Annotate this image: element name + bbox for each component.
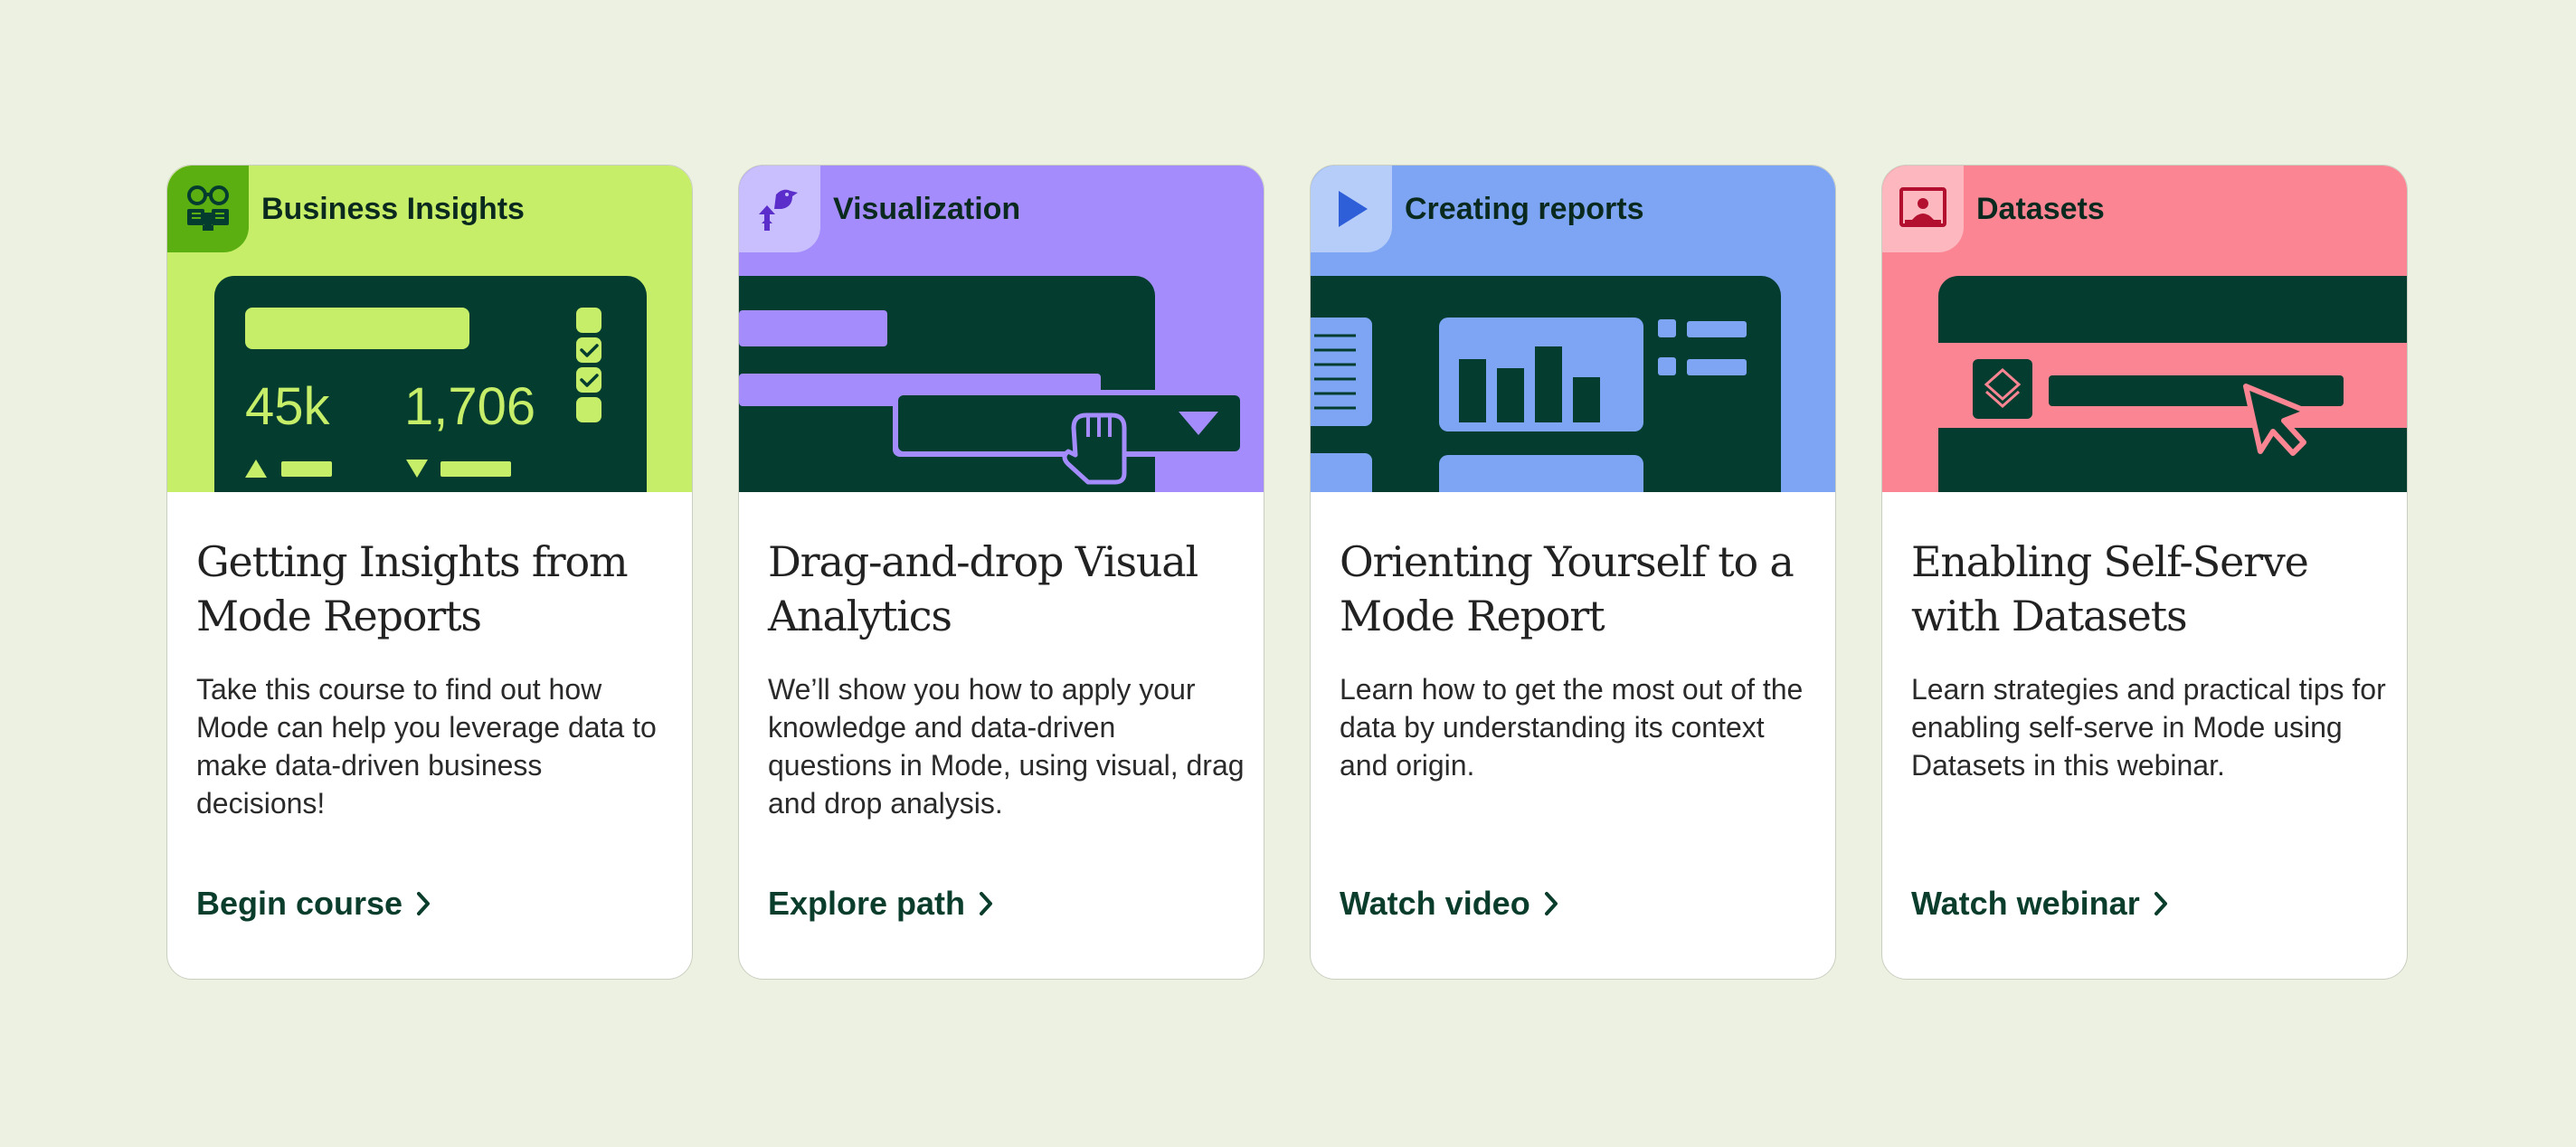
category-badge — [1311, 166, 1392, 252]
card-title: Orienting Yourself to a Mode Report — [1340, 537, 1795, 640]
course-card-datasets[interactable]: Datasets Enabling Self-Serve with Datase… — [1881, 165, 2408, 980]
chevron-right-icon — [2154, 892, 2167, 915]
category-badge — [739, 166, 820, 252]
category-badge — [1882, 166, 1964, 252]
card-category: Datasets — [1976, 192, 2105, 226]
metric-value-b: 1,706 — [404, 377, 535, 436]
card-description: Take this course to find out how Mode ca… — [196, 673, 657, 820]
card-title: Drag-and-drop Visual Analytics — [768, 537, 1198, 640]
metric-value-a: 45k — [245, 377, 331, 436]
watch-webinar-link[interactable]: Watch webinar — [1911, 884, 2169, 924]
card-banner: Datasets — [1882, 166, 2407, 492]
chevron-right-icon — [417, 892, 431, 915]
growth-bird-icon — [759, 189, 798, 231]
card-description: Learn strategies and practical tips for … — [1911, 673, 2386, 782]
card-banner: 45k 1,706 Business Insights — [167, 166, 692, 492]
card-category: Creating reports — [1405, 192, 1644, 226]
course-cards-row: 45k 1,706 Business Insights Getting Insi… — [166, 165, 2410, 981]
cta-label: Watch video — [1340, 885, 1530, 922]
chevron-right-icon — [1544, 892, 1558, 915]
presenter-screen-icon — [1899, 187, 1946, 227]
course-card-business-insights[interactable]: 45k 1,706 Business Insights Getting Insi… — [166, 165, 693, 980]
cta-label: Explore path — [768, 885, 966, 922]
cta-label: Begin course — [196, 885, 403, 922]
chevron-right-icon — [980, 892, 993, 915]
card-title: Enabling Self-Serve with Datasets — [1911, 537, 2309, 640]
category-badge — [167, 166, 249, 252]
card-description: We’ll show you how to apply your knowled… — [768, 673, 1245, 820]
course-card-visualization[interactable]: Visualization Drag-and-drop Visual Analy… — [738, 165, 1264, 980]
card-title: Getting Insights from Mode Reports — [196, 537, 629, 640]
begin-course-link[interactable]: Begin course — [196, 884, 431, 924]
watch-video-link[interactable]: Watch video — [1340, 884, 1559, 924]
explore-path-link[interactable]: Explore path — [768, 884, 994, 924]
card-category: Visualization — [833, 192, 1021, 226]
play-icon — [1339, 191, 1368, 227]
cta-label: Watch webinar — [1911, 885, 2140, 922]
binoculars-book-icon — [187, 185, 229, 231]
card-banner: Creating reports — [1311, 166, 1835, 492]
card-banner: Visualization — [739, 166, 1264, 492]
course-card-creating-reports[interactable]: Creating reports Orienting Yourself to a… — [1310, 165, 1836, 980]
card-description: Learn how to get the most out of the dat… — [1340, 673, 1804, 782]
card-category: Business Insights — [261, 192, 525, 226]
